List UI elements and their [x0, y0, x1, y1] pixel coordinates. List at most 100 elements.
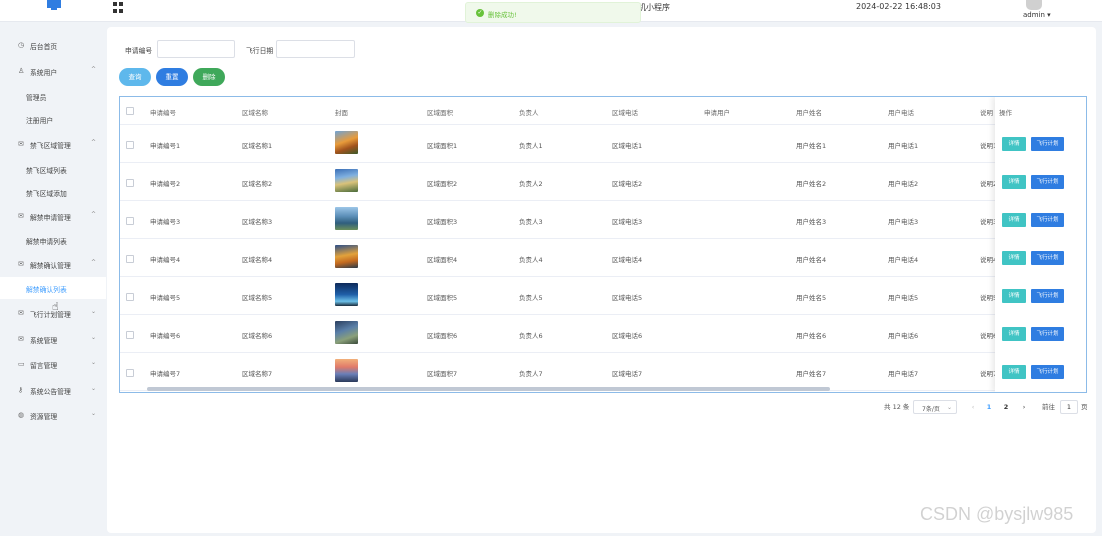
table-row[interactable]: 申请编号7 区域名称7 区域面积7 负责人7 区域电话7 用户姓名7 用户电话7 说明7: [120, 353, 1086, 391]
cover-image[interactable]: [335, 169, 358, 192]
chevron-up-icon: ^: [91, 66, 97, 73]
table-cell-size: 区域面积6: [427, 332, 458, 340]
row-checkbox[interactable]: [126, 293, 134, 301]
column-header[interactable]: 用户姓名: [796, 107, 822, 117]
prev-page-icon[interactable]: ‹: [966, 400, 980, 414]
column-header[interactable]: 申请编号: [150, 107, 176, 117]
flight-plan-button[interactable]: 飞行计划: [1031, 137, 1064, 151]
table-row[interactable]: 申请编号1 区域名称1 区域面积1 负责人1 区域电话1 用户姓名1 用户电话1 说明1: [120, 125, 1086, 163]
cover-image[interactable]: [335, 283, 358, 306]
goto-page-input[interactable]: 1: [1060, 400, 1078, 414]
cover-image[interactable]: [335, 207, 358, 230]
sidebar-item-system-users[interactable]: ♙ 系统用户 ^: [0, 60, 106, 82]
next-page-icon[interactable]: ›: [1017, 400, 1031, 414]
detail-button[interactable]: 详情: [1002, 365, 1026, 379]
monitor-icon[interactable]: [47, 0, 61, 10]
row-checkbox[interactable]: [126, 179, 134, 187]
column-header[interactable]: 区域面积: [427, 107, 453, 117]
horizontal-scrollbar[interactable]: [147, 387, 830, 391]
detail-button[interactable]: 详情: [1002, 213, 1026, 227]
table-cell-phone: 区域电话2: [612, 180, 643, 188]
table-row[interactable]: 申请编号5 区域名称5 区域面积5 负责人5 区域电话5 用户姓名5 用户电话5 说明5: [120, 277, 1086, 315]
sidebar-item-announcements[interactable]: ⚷ 系统公告管理 ⌄: [0, 379, 106, 401]
table-cell-size: 区域面积7: [427, 370, 458, 378]
sidebar-item-messages[interactable]: ▭ 留言管理 ⌄: [0, 353, 106, 375]
row-checkbox[interactable]: [126, 255, 134, 263]
row-checkbox[interactable]: [126, 369, 134, 377]
flight-date-input[interactable]: [276, 40, 355, 58]
apply-code-input[interactable]: [157, 40, 235, 58]
table-cell-name: 用户姓名2: [796, 180, 827, 188]
cover-image[interactable]: [335, 359, 358, 382]
table-row[interactable]: 申请编号2 区域名称2 区域面积2 负责人2 区域电话2 用户姓名2 用户电话2 说明2: [120, 163, 1086, 201]
envelope-icon: ✉: [18, 212, 24, 220]
cover-image[interactable]: [335, 321, 358, 344]
column-header[interactable]: 用户电话: [888, 107, 914, 117]
flight-plan-button[interactable]: 飞行计划: [1031, 289, 1064, 303]
sidebar-item-unlock-confirm[interactable]: ✉ 解禁确认管理 ^: [0, 253, 106, 275]
table-cell-owner: 负责人5: [519, 294, 543, 302]
sidebar-subitem-unlock-apply-list[interactable]: 解禁申请列表: [0, 229, 106, 251]
table-cell-uphone: 用户电话1: [888, 142, 919, 150]
table-cell-area: 区域名称5: [242, 294, 273, 302]
flight-plan-button[interactable]: 飞行计划: [1031, 213, 1064, 227]
sidebar-item-label: 注册用户: [26, 117, 54, 125]
detail-button[interactable]: 详情: [1002, 251, 1026, 265]
sidebar-item-label: 禁飞区域添加: [26, 190, 67, 198]
sidebar-item-system[interactable]: ✉ 系统管理 ⌄: [0, 328, 106, 350]
flight-plan-button[interactable]: 飞行计划: [1031, 327, 1064, 341]
table-cell-code: 申请编号1: [150, 142, 181, 150]
detail-button[interactable]: 详情: [1002, 175, 1026, 189]
sidebar-subitem-no-fly-add[interactable]: 禁飞区域添加: [0, 181, 106, 203]
table-cell-owner: 负责人7: [519, 370, 543, 378]
sidebar-item-home[interactable]: ◷ 后台首页: [0, 34, 106, 56]
sidebar-item-unlock-apply[interactable]: ✉ 解禁申请管理 ^: [0, 205, 106, 227]
reset-button[interactable]: 重置: [156, 68, 188, 86]
avatar[interactable]: [1026, 0, 1042, 10]
column-header[interactable]: 负责人: [519, 107, 539, 117]
select-all-checkbox[interactable]: [126, 107, 134, 115]
datetime: 2024-02-22 16:48:03: [856, 2, 941, 11]
delete-button[interactable]: 删除: [193, 68, 225, 86]
cover-image[interactable]: [335, 245, 358, 268]
sidebar-subitem-no-fly-list[interactable]: 禁飞区域列表: [0, 158, 106, 180]
table-cell-code: 申请编号6: [150, 332, 181, 340]
table-row[interactable]: 申请编号3 区域名称3 区域面积3 负责人3 区域电话3 用户姓名3 用户电话3 说明3: [120, 201, 1086, 239]
sidebar-subitem-unlock-confirm-list[interactable]: 解禁确认列表: [0, 277, 106, 299]
column-header[interactable]: 区域电话: [612, 107, 638, 117]
table-cell-owner: 负责人6: [519, 332, 543, 340]
table-cell-uphone: 用户电话4: [888, 256, 919, 264]
column-header[interactable]: 区域名称: [242, 107, 268, 117]
detail-button[interactable]: 详情: [1002, 289, 1026, 303]
pagination-total: 共 12 条: [884, 403, 910, 411]
page-size-select[interactable]: 7条/页 ⌄: [913, 400, 957, 414]
cover-image[interactable]: [335, 131, 358, 154]
flight-plan-button[interactable]: 飞行计划: [1031, 251, 1064, 265]
table-cell-area: 区域名称7: [242, 370, 273, 378]
sidebar-item-no-fly-zone[interactable]: ✉ 禁飞区域管理 ^: [0, 133, 106, 155]
table-row[interactable]: 申请编号4 区域名称4 区域面积4 负责人4 区域电话4 用户姓名4 用户电话4 说明4: [120, 239, 1086, 277]
sidebar-subitem-registered-users[interactable]: 注册用户: [0, 108, 106, 130]
table-row[interactable]: 申请编号6 区域名称6 区域面积6 负责人6 区域电话6 用户姓名6 用户电话6 说明6: [120, 315, 1086, 353]
user-menu[interactable]: admin ▾: [1023, 11, 1051, 19]
sidebar-item-label: 解禁申请管理: [30, 214, 71, 222]
column-header[interactable]: 申请用户: [704, 107, 730, 117]
grid-icon[interactable]: [113, 2, 124, 13]
column-header[interactable]: 封面: [335, 107, 348, 117]
flight-plan-button[interactable]: 飞行计划: [1031, 175, 1064, 189]
sidebar-subitem-admins[interactable]: 管理员: [0, 85, 106, 107]
detail-button[interactable]: 详情: [1002, 327, 1026, 341]
sidebar-item-resources[interactable]: ◍ 资源管理 ⌄: [0, 404, 106, 426]
row-checkbox[interactable]: [126, 141, 134, 149]
page-number-1[interactable]: 1: [982, 400, 996, 414]
sidebar-item-label: 禁飞区域列表: [26, 167, 67, 175]
row-checkbox[interactable]: [126, 331, 134, 339]
detail-button[interactable]: 详情: [1002, 137, 1026, 151]
page-number-2[interactable]: 2: [999, 400, 1013, 414]
column-header[interactable]: 说明: [980, 107, 993, 117]
table-cell-name: 用户姓名7: [796, 370, 827, 378]
flight-plan-button[interactable]: 飞行计划: [1031, 365, 1064, 379]
row-checkbox[interactable]: [126, 217, 134, 225]
query-button[interactable]: 查询: [119, 68, 151, 86]
envelope-icon: ✉: [18, 335, 24, 343]
